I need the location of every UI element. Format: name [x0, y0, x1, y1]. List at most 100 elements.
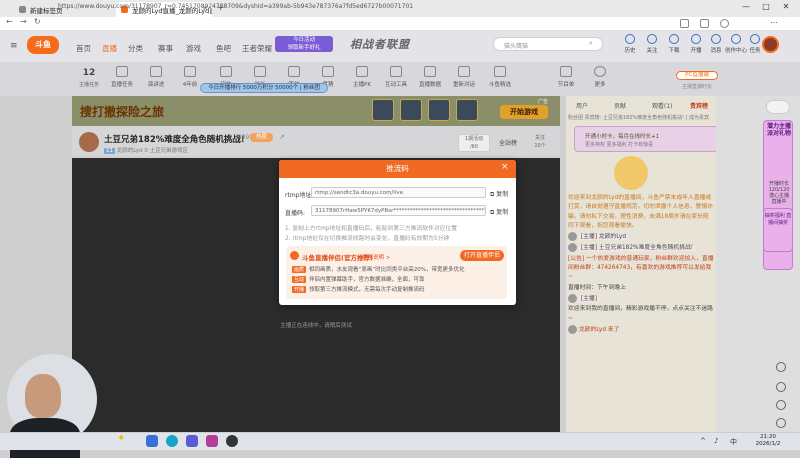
hot-button[interactable]: 热度 — [250, 133, 273, 142]
tool-speech[interactable]: 演讲进 — [142, 66, 170, 88]
chat-message: [主播] — [568, 293, 714, 304]
hour-card-promo[interactable]: 开通小时卡，每月在线时长+1 更多特权 更多福利 打卡有惊喜 — [574, 126, 718, 152]
nav-games[interactable]: 游戏 — [186, 43, 201, 54]
app-icon[interactable] — [206, 435, 218, 447]
tool-pk[interactable]: 主播PK — [348, 66, 376, 88]
menu-icon[interactable]: ≡ — [10, 41, 18, 51]
helper-row: 开播 领取第三方推流模式，无需每次手动复制推流码 — [292, 285, 425, 293]
all-site-rank[interactable]: 全站榜 — [493, 138, 523, 150]
messages-button[interactable]: 消息 — [705, 34, 727, 54]
collapse-icon[interactable] — [776, 418, 786, 428]
nav-live[interactable]: 直播 — [102, 43, 117, 54]
chat-text: 龙颜的Lyd 来了 — [578, 326, 620, 333]
nav-honor-of-kings[interactable]: 王者荣耀 — [242, 43, 272, 54]
nav-yuba[interactable]: 鱼吧 — [216, 43, 231, 54]
rtmp-field[interactable]: rtmp://sendtc3a.douyu.com/live — [311, 187, 486, 198]
forward-icon[interactable]: → — [20, 17, 27, 26]
user-avatar — [568, 243, 577, 253]
follow-button[interactable]: 关注 10个 — [526, 134, 554, 152]
more-menu-icon[interactable]: ⋯ — [770, 18, 778, 27]
lottery-card[interactable]: 抽奖福利 直播间抽奖 — [763, 208, 793, 252]
close-window-button[interactable]: ✕ — [778, 2, 794, 14]
download-icon — [669, 34, 679, 44]
tool-more[interactable]: 更多 — [586, 66, 614, 88]
settings-icon[interactable] — [776, 400, 786, 410]
input-method[interactable]: 中 — [730, 437, 737, 447]
refresh-icon[interactable] — [776, 362, 786, 372]
edge-icon[interactable] — [166, 435, 178, 447]
tool-live-task[interactable]: 直播任务 — [108, 66, 136, 88]
maximize-button[interactable]: □ — [758, 2, 774, 14]
tab-contribution[interactable]: 贡献 — [614, 101, 626, 110]
streamer-face — [25, 374, 61, 418]
streamer-name[interactable]: 龙颜的Lyd — [117, 148, 143, 154]
follow-count: 10个 — [534, 143, 546, 149]
pc-live-sub: 主播直播时长 — [681, 84, 712, 90]
obs-icon[interactable] — [226, 435, 238, 447]
category-link[interactable]: 土豆兄弟游戏区 — [150, 148, 189, 154]
nav-esports[interactable]: 赛事 — [158, 43, 173, 54]
url-field[interactable]: https://www.douyu.com/31178907_r=0.74517… — [58, 2, 618, 12]
start-game-button[interactable]: 开始游戏 — [500, 105, 548, 119]
follow-label: 关注 — [646, 48, 658, 54]
tab-users[interactable]: 用户 — [576, 101, 588, 110]
search-input[interactable]: 猫头鹰猫 — [493, 37, 603, 51]
tool-schedule[interactable]: 节目单 — [552, 66, 580, 88]
history-button[interactable]: 历史 — [619, 34, 641, 54]
user-avatar[interactable] — [762, 36, 779, 53]
profile-icon[interactable] — [720, 19, 729, 28]
tool-dialog[interactable]: 重新对话 — [450, 66, 478, 88]
chat-message: [公告] 一个热爱游戏的普通玩家，粉丝群欢迎加入，直播间粉丝群：47426474… — [568, 255, 714, 281]
streamer-avatar[interactable] — [79, 132, 99, 152]
system-clock[interactable]: 21:20 2026/1/2 — [746, 434, 790, 448]
game-ad-banner[interactable]: 搜打撤探险之旅 — [72, 96, 560, 126]
header-banner[interactable]: 相战者联盟 — [350, 33, 440, 57]
tool-selected[interactable]: 斗鱼精选 — [486, 66, 514, 88]
copy-key-button[interactable]: ⧉ 复制 — [490, 207, 508, 217]
close-icon[interactable]: × — [501, 162, 509, 172]
sparkle-icon[interactable]: ✦ — [117, 433, 125, 444]
side-avatar-button[interactable] — [766, 100, 790, 114]
pc-live-button[interactable]: PC直播端 — [676, 71, 718, 80]
file-explorer-icon[interactable] — [146, 435, 158, 447]
nav-category[interactable]: 分类 — [128, 43, 143, 54]
download-button[interactable]: 下载 — [663, 34, 685, 54]
tool-label: 直播数据 — [418, 82, 441, 88]
rank-line[interactable]: 粉丝团 贵宾榜: 土豆兄弟182%难度全角色随机挑战! | 成为贵宾 — [568, 114, 714, 121]
minimize-button[interactable]: — — [738, 2, 754, 14]
refresh-icon[interactable]: ↻ — [34, 17, 41, 26]
copy-rtmp-button[interactable]: ⧉ 复制 — [490, 189, 508, 199]
extensions-icon[interactable] — [680, 19, 689, 28]
calendar-icon — [560, 66, 572, 77]
ad-headline: 搜打撤探险之旅 — [80, 105, 165, 119]
tool-label: 更多 — [594, 82, 606, 88]
volume-icon[interactable]: ♪ — [714, 437, 718, 445]
douyu-logo[interactable]: 斗鱼 — [27, 36, 59, 54]
follow-button[interactable]: 关注 — [641, 34, 663, 54]
tray-chevron-icon[interactable]: ^ — [700, 437, 706, 445]
tab-vip[interactable]: 贵宾榜 — [690, 101, 708, 110]
stream-key-field[interactable]: 31178907rHaw5PYK7dyPRsr*****************… — [311, 205, 486, 216]
helper-row: 互动 伴侣内置弹幕助手，官方数据准确，全面，可靠 — [292, 275, 425, 283]
back-icon[interactable]: ← — [6, 17, 13, 26]
tool-interactive[interactable]: 互动工具 — [382, 66, 410, 88]
card-line1: 开通小时卡，每月在线时长+1 — [585, 134, 660, 140]
clock-icon[interactable] — [776, 382, 786, 392]
stream-title: 土豆兄弟182%难度全角色随机挑战! — [104, 135, 245, 145]
daily-rank-badge[interactable]: 今日开播排行 5000万积分 50000个 | 粉丝团 — [200, 83, 328, 93]
more-icon — [594, 66, 606, 77]
helper-instructions-link[interactable]: 使用说明 > — [362, 253, 390, 261]
open-helper-button[interactable]: 打开直播伴侣 — [460, 250, 504, 261]
helper-row-key: 互动 — [292, 276, 307, 283]
promo-badge[interactable]: 今日活动 领取新手好礼 — [275, 36, 333, 52]
start-live-button[interactable]: 开播 — [685, 34, 707, 54]
nav-home[interactable]: 首页 — [76, 43, 91, 54]
tool-live-data[interactable]: 直播数据 — [416, 66, 444, 88]
favorites-icon[interactable] — [700, 19, 709, 28]
gift-event[interactable]: 1期活动 /60 — [458, 134, 490, 152]
share-icon[interactable]: ↗ — [279, 133, 285, 141]
search-icon[interactable]: ⌕ — [589, 39, 593, 48]
store-icon[interactable] — [186, 435, 198, 447]
tab-viewers[interactable]: 观看(1) — [652, 101, 673, 110]
chat-message: 欢迎来到我的直播间，精彩游戏播不停，点点关注不迷路~ — [568, 306, 713, 322]
